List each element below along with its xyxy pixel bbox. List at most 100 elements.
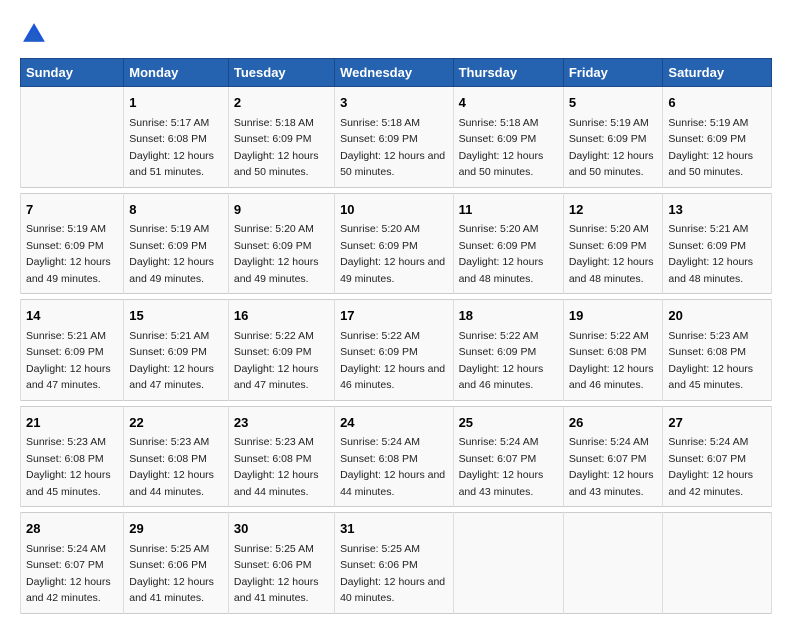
cell-info: Sunrise: 5:24 AMSunset: 6:07 PMDaylight:… <box>569 436 654 498</box>
day-number: 4 <box>459 93 558 113</box>
cell-info: Sunrise: 5:23 AMSunset: 6:08 PMDaylight:… <box>129 436 214 498</box>
calendar-cell: 26 Sunrise: 5:24 AMSunset: 6:07 PMDayligh… <box>563 406 663 507</box>
calendar-cell: 13Sunrise: 5:21 AMSunset: 6:09 PMDayligh… <box>663 193 772 294</box>
calendar-table: SundayMondayTuesdayWednesdayThursdayFrid… <box>20 58 772 614</box>
cell-info: Sunrise: 5:20 AMSunset: 6:09 PMDaylight:… <box>340 223 445 285</box>
cell-info: Sunrise: 5:24 AMSunset: 6:07 PMDaylight:… <box>668 436 753 498</box>
calendar-cell: 6 Sunrise: 5:19 AMSunset: 6:09 PMDaylight… <box>663 87 772 188</box>
cell-info: Sunrise: 5:22 AMSunset: 6:09 PMDaylight:… <box>234 330 319 392</box>
week-row-1: 1 Sunrise: 5:17 AMSunset: 6:08 PMDaylight… <box>21 87 772 188</box>
calendar-cell: 20 Sunrise: 5:23 AMSunset: 6:08 PMDayligh… <box>663 300 772 401</box>
cell-info: Sunrise: 5:20 AMSunset: 6:09 PMDaylight:… <box>569 223 654 285</box>
day-header-wednesday: Wednesday <box>335 59 453 87</box>
calendar-cell <box>563 513 663 614</box>
cell-info: Sunrise: 5:24 AMSunset: 6:07 PMDaylight:… <box>26 543 111 605</box>
calendar-cell: 15 Sunrise: 5:21 AMSunset: 6:09 PMDayligh… <box>124 300 229 401</box>
calendar-cell: 27 Sunrise: 5:24 AMSunset: 6:07 PMDayligh… <box>663 406 772 507</box>
calendar-cell: 21Sunrise: 5:23 AMSunset: 6:08 PMDayligh… <box>21 406 124 507</box>
cell-info: Sunrise: 5:24 AMSunset: 6:07 PMDaylight:… <box>459 436 544 498</box>
calendar-cell: 8Sunrise: 5:19 AMSunset: 6:09 PMDaylight… <box>124 193 229 294</box>
calendar-cell: 12 Sunrise: 5:20 AMSunset: 6:09 PMDayligh… <box>563 193 663 294</box>
day-number: 17 <box>340 306 447 326</box>
calendar-cell <box>663 513 772 614</box>
cell-info: Sunrise: 5:20 AMSunset: 6:09 PMDaylight:… <box>459 223 544 285</box>
day-number: 2 <box>234 93 329 113</box>
day-number: 28 <box>26 519 118 539</box>
day-number: 30 <box>234 519 329 539</box>
day-number: 18 <box>459 306 558 326</box>
day-number: 1 <box>129 93 223 113</box>
calendar-cell <box>21 87 124 188</box>
cell-info: Sunrise: 5:19 AMSunset: 6:09 PMDaylight:… <box>668 117 753 179</box>
calendar-cell: 1 Sunrise: 5:17 AMSunset: 6:08 PMDaylight… <box>124 87 229 188</box>
day-number: 20 <box>668 306 766 326</box>
day-header-tuesday: Tuesday <box>228 59 334 87</box>
cell-info: Sunrise: 5:17 AMSunset: 6:08 PMDaylight:… <box>129 117 214 179</box>
calendar-cell: 23Sunrise: 5:23 AMSunset: 6:08 PMDayligh… <box>228 406 334 507</box>
day-number: 14 <box>26 306 118 326</box>
day-number: 29 <box>129 519 223 539</box>
day-number: 23 <box>234 413 329 433</box>
cell-info: Sunrise: 5:25 AMSunset: 6:06 PMDaylight:… <box>234 543 319 605</box>
cell-info: Sunrise: 5:20 AMSunset: 6:09 PMDaylight:… <box>234 223 319 285</box>
day-number: 3 <box>340 93 447 113</box>
header-row: SundayMondayTuesdayWednesdayThursdayFrid… <box>21 59 772 87</box>
day-number: 11 <box>459 200 558 220</box>
day-header-thursday: Thursday <box>453 59 563 87</box>
calendar-cell: 14 Sunrise: 5:21 AMSunset: 6:09 PMDayligh… <box>21 300 124 401</box>
cell-info: Sunrise: 5:23 AMSunset: 6:08 PMDaylight:… <box>668 330 753 392</box>
logo <box>20 20 52 48</box>
calendar-cell: 3 Sunrise: 5:18 AMSunset: 6:09 PMDaylight… <box>335 87 453 188</box>
calendar-cell: 2 Sunrise: 5:18 AMSunset: 6:09 PMDaylight… <box>228 87 334 188</box>
calendar-cell: 25 Sunrise: 5:24 AMSunset: 6:07 PMDayligh… <box>453 406 563 507</box>
calendar-cell: 24 Sunrise: 5:24 AMSunset: 6:08 PMDayligh… <box>335 406 453 507</box>
day-number: 26 <box>569 413 658 433</box>
day-number: 16 <box>234 306 329 326</box>
week-row-5: 28 Sunrise: 5:24 AMSunset: 6:07 PMDayligh… <box>21 513 772 614</box>
day-header-sunday: Sunday <box>21 59 124 87</box>
day-number: 13 <box>668 200 766 220</box>
cell-info: Sunrise: 5:19 AMSunset: 6:09 PMDaylight:… <box>26 223 111 285</box>
cell-info: Sunrise: 5:23 AMSunset: 6:08 PMDaylight:… <box>26 436 111 498</box>
day-header-monday: Monday <box>124 59 229 87</box>
cell-info: Sunrise: 5:21 AMSunset: 6:09 PMDaylight:… <box>129 330 214 392</box>
cell-info: Sunrise: 5:21 AMSunset: 6:09 PMDaylight:… <box>26 330 111 392</box>
cell-info: Sunrise: 5:22 AMSunset: 6:08 PMDaylight:… <box>569 330 654 392</box>
day-number: 27 <box>668 413 766 433</box>
cell-info: Sunrise: 5:19 AMSunset: 6:09 PMDaylight:… <box>569 117 654 179</box>
calendar-cell: 10 Sunrise: 5:20 AMSunset: 6:09 PMDayligh… <box>335 193 453 294</box>
logo-icon <box>20 20 48 48</box>
cell-info: Sunrise: 5:22 AMSunset: 6:09 PMDaylight:… <box>459 330 544 392</box>
day-header-saturday: Saturday <box>663 59 772 87</box>
cell-info: Sunrise: 5:24 AMSunset: 6:08 PMDaylight:… <box>340 436 445 498</box>
day-number: 25 <box>459 413 558 433</box>
day-number: 7 <box>26 200 118 220</box>
calendar-cell: 4 Sunrise: 5:18 AMSunset: 6:09 PMDaylight… <box>453 87 563 188</box>
cell-info: Sunrise: 5:18 AMSunset: 6:09 PMDaylight:… <box>234 117 319 179</box>
cell-info: Sunrise: 5:22 AMSunset: 6:09 PMDaylight:… <box>340 330 445 392</box>
cell-info: Sunrise: 5:18 AMSunset: 6:09 PMDaylight:… <box>340 117 445 179</box>
day-number: 19 <box>569 306 658 326</box>
calendar-cell: 7 Sunrise: 5:19 AMSunset: 6:09 PMDaylight… <box>21 193 124 294</box>
day-number: 12 <box>569 200 658 220</box>
day-number: 10 <box>340 200 447 220</box>
week-row-3: 14 Sunrise: 5:21 AMSunset: 6:09 PMDayligh… <box>21 300 772 401</box>
day-number: 31 <box>340 519 447 539</box>
day-number: 15 <box>129 306 223 326</box>
cell-info: Sunrise: 5:18 AMSunset: 6:09 PMDaylight:… <box>459 117 544 179</box>
calendar-cell: 31Sunrise: 5:25 AMSunset: 6:06 PMDayligh… <box>335 513 453 614</box>
calendar-cell: 30 Sunrise: 5:25 AMSunset: 6:06 PMDayligh… <box>228 513 334 614</box>
cell-info: Sunrise: 5:19 AMSunset: 6:09 PMDaylight:… <box>129 223 214 285</box>
day-number: 5 <box>569 93 658 113</box>
day-number: 6 <box>668 93 766 113</box>
cell-info: Sunrise: 5:25 AMSunset: 6:06 PMDaylight:… <box>129 543 214 605</box>
calendar-cell: 11 Sunrise: 5:20 AMSunset: 6:09 PMDayligh… <box>453 193 563 294</box>
day-number: 9 <box>234 200 329 220</box>
calendar-cell: 28 Sunrise: 5:24 AMSunset: 6:07 PMDayligh… <box>21 513 124 614</box>
day-number: 22 <box>129 413 223 433</box>
calendar-cell: 18 Sunrise: 5:22 AMSunset: 6:09 PMDayligh… <box>453 300 563 401</box>
week-row-4: 21Sunrise: 5:23 AMSunset: 6:08 PMDayligh… <box>21 406 772 507</box>
day-number: 24 <box>340 413 447 433</box>
calendar-cell <box>453 513 563 614</box>
calendar-cell: 19 Sunrise: 5:22 AMSunset: 6:08 PMDayligh… <box>563 300 663 401</box>
